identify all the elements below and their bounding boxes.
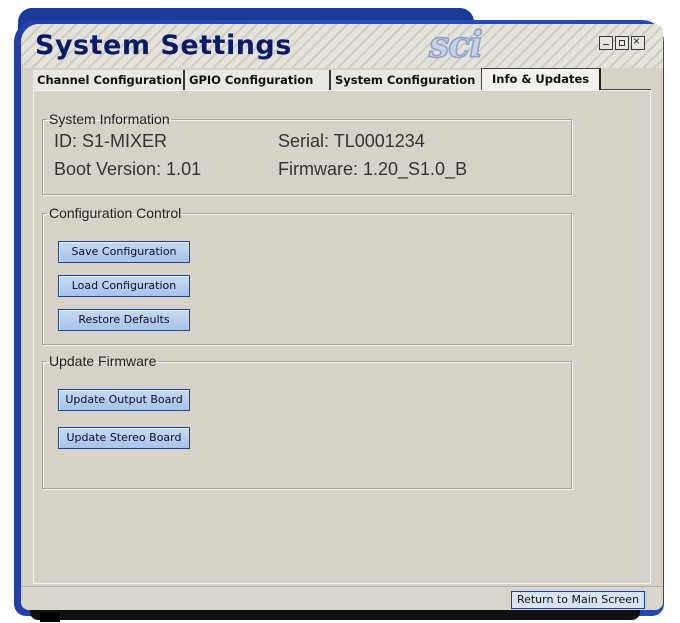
boot-version: Boot Version: 1.01	[54, 159, 202, 179]
status-bar: Return to Main Screen	[21, 586, 663, 610]
firmware-version: Firmware: 1.20_S1.0_B	[278, 159, 468, 179]
save-configuration-button[interactable]: Save Configuration	[58, 241, 190, 263]
restore-defaults-button[interactable]: Restore Defaults	[58, 309, 190, 331]
system-information-group: System Information	[42, 111, 572, 195]
update-stereo-board-button[interactable]: Update Stereo Board	[58, 427, 190, 449]
update-firmware-legend: Update Firmware	[49, 353, 157, 369]
window-controls: ×	[599, 34, 645, 50]
configuration-control-legend: Configuration Control	[49, 205, 182, 221]
maximize-icon[interactable]	[615, 36, 629, 50]
update-firmware-group: Update Firmware	[42, 353, 572, 489]
tab-gpio-configuration[interactable]: GPIO Configuration	[185, 70, 331, 90]
tab-info-updates[interactable]: Info & Updates	[481, 68, 601, 92]
title-bar[interactable]: System Settings sci ×	[21, 24, 663, 68]
tab-strip: Channel Configuration GPIO Configuration…	[33, 68, 653, 92]
update-output-board-button[interactable]: Update Output Board	[58, 389, 190, 411]
frame-foot	[40, 612, 60, 622]
tab-system-configuration[interactable]: System Configuration	[331, 70, 481, 90]
close-icon[interactable]: ×	[631, 34, 645, 50]
tab-panel-info-updates: System Information ID: S1-MIXER Serial: …	[33, 90, 651, 584]
load-configuration-button[interactable]: Load Configuration	[58, 275, 190, 297]
minimize-icon[interactable]	[599, 36, 613, 50]
system-information-legend: System Information	[49, 111, 170, 127]
window-title: System Settings	[35, 30, 292, 61]
return-to-main-screen-button[interactable]: Return to Main Screen	[511, 591, 645, 609]
sci-logo: sci	[428, 24, 483, 67]
frame-bottom-shadow	[30, 610, 640, 620]
serial-number: Serial: TL0001234	[278, 131, 425, 151]
tab-channel-configuration[interactable]: Channel Configuration	[33, 70, 185, 90]
device-id: ID: S1-MIXER	[54, 131, 168, 151]
system-settings-window: System Settings sci × Channel Configurat…	[21, 24, 663, 610]
